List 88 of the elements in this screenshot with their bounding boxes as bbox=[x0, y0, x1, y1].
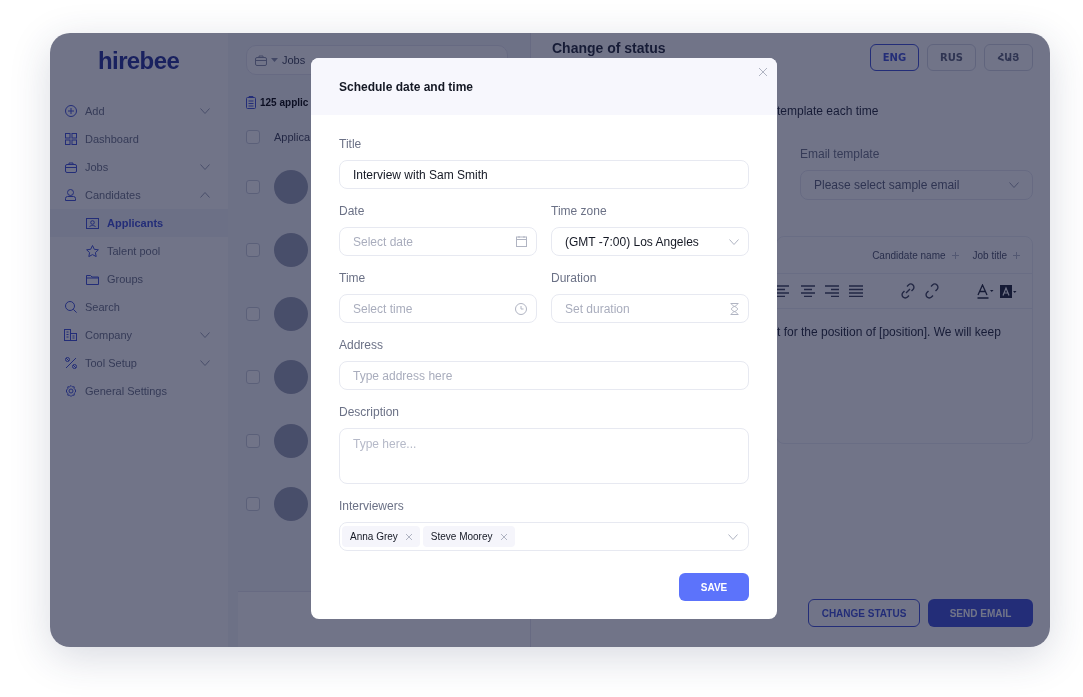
tools-icon bbox=[64, 357, 77, 369]
avatar bbox=[274, 233, 308, 268]
chevron-down-icon bbox=[729, 238, 739, 245]
avatar bbox=[274, 169, 308, 204]
person-icon bbox=[65, 189, 76, 201]
briefcase-icon bbox=[64, 161, 77, 173]
date-field[interactable]: Select date bbox=[339, 227, 537, 256]
hourglass-icon bbox=[730, 302, 739, 315]
duration-field[interactable]: Set duration bbox=[551, 294, 749, 323]
field-label: Time bbox=[339, 270, 367, 286]
variable-tag[interactable]: Job title bbox=[972, 247, 1020, 263]
sidebar-subitem[interactable]: Applicants bbox=[50, 209, 228, 237]
interviewers-select[interactable]: Anna Grey Steve Moorey bbox=[339, 522, 749, 551]
description-field[interactable]: Type here... bbox=[339, 428, 749, 484]
highlight-color-icon[interactable] bbox=[1000, 284, 1017, 298]
interviewer-chip: Steve Moorey bbox=[422, 526, 515, 547]
chevron-down-icon[interactable] bbox=[200, 332, 210, 338]
field-label: Email template bbox=[800, 146, 881, 163]
time-field[interactable]: Select time bbox=[339, 294, 537, 323]
sidebar-item[interactable]: Add bbox=[85, 102, 105, 120]
sidebar-item[interactable]: Search bbox=[85, 298, 120, 316]
plus-icon bbox=[951, 251, 959, 259]
chevron-up-icon[interactable] bbox=[200, 192, 210, 198]
star-icon bbox=[86, 245, 99, 257]
field-label: Description bbox=[339, 404, 401, 420]
avatar bbox=[274, 296, 308, 331]
field-label: Time zone bbox=[551, 203, 608, 219]
sidebar-subitem[interactable]: Talent pool bbox=[50, 237, 228, 265]
time-zone-select[interactable]: (GMT -7:00) Los Angeles bbox=[551, 227, 749, 256]
column-header: Applica bbox=[274, 129, 311, 145]
avatar bbox=[274, 487, 308, 522]
text-field[interactable]: Type address here bbox=[339, 361, 749, 390]
briefcase-icon bbox=[255, 54, 267, 66]
plus-icon bbox=[1013, 251, 1020, 259]
field-label: Duration bbox=[551, 270, 598, 286]
folder-icon bbox=[86, 273, 99, 285]
chevron-down-icon bbox=[1009, 182, 1019, 188]
dashboard-icon bbox=[64, 133, 77, 145]
caret-icon bbox=[271, 58, 278, 62]
remove-icon[interactable] bbox=[500, 533, 507, 540]
unlink-icon[interactable] bbox=[923, 282, 941, 300]
sidebar-item[interactable]: General Settings bbox=[85, 382, 167, 400]
email-template-select[interactable]: Please select sample email bbox=[800, 170, 1033, 200]
change-status-button[interactable]: CHANGE STATUS bbox=[808, 599, 920, 627]
sidebar-item[interactable]: Jobs bbox=[85, 158, 109, 176]
applicant-count: 125 applic bbox=[260, 95, 309, 110]
chevron-down-icon[interactable] bbox=[200, 108, 210, 114]
logo: hirebee bbox=[98, 46, 180, 76]
email-body-text[interactable]: t for the position of [position]. We will keep bbox=[777, 325, 1001, 339]
interviewer-chip: Anna Grey bbox=[342, 526, 420, 547]
save-button[interactable]: SAVE bbox=[679, 573, 749, 601]
sidebar-item[interactable]: Candidates bbox=[85, 186, 141, 204]
field-label: Title bbox=[339, 136, 363, 152]
sidebar-item[interactable]: Tool Setup bbox=[85, 354, 137, 372]
chevron-down-icon[interactable] bbox=[200, 360, 210, 366]
close-icon[interactable] bbox=[759, 68, 767, 76]
dialog-title: Schedule date and time bbox=[339, 78, 474, 96]
search-icon bbox=[64, 301, 77, 313]
field-label: Date bbox=[339, 203, 366, 219]
plus-circle-icon bbox=[64, 105, 77, 117]
text-field[interactable]: Interview with Sam Smith bbox=[339, 160, 749, 189]
building-icon bbox=[64, 329, 77, 341]
sidebar-item[interactable]: Dashboard bbox=[85, 130, 139, 148]
chevron-down-icon bbox=[728, 533, 738, 540]
calendar-icon bbox=[516, 236, 527, 247]
link-icon[interactable] bbox=[899, 282, 917, 300]
send-email-button[interactable]: SEND EMAIL bbox=[928, 599, 1033, 627]
avatar bbox=[274, 360, 308, 395]
sidebar-subitem[interactable]: Groups bbox=[50, 265, 228, 293]
language-tab[interactable]: ENG bbox=[870, 44, 919, 71]
text-color-icon[interactable] bbox=[977, 283, 994, 299]
breadcrumb-link[interactable]: Jobs bbox=[282, 51, 306, 69]
option-text: template each time bbox=[777, 103, 879, 120]
id-card-icon bbox=[86, 217, 99, 229]
settings-icon bbox=[64, 385, 77, 397]
chevron-down-icon[interactable] bbox=[200, 164, 210, 170]
avatar bbox=[274, 423, 308, 458]
language-tab[interactable]: RUS bbox=[927, 44, 976, 71]
clock-icon bbox=[515, 302, 527, 315]
align-toolbar-icon[interactable] bbox=[777, 285, 863, 297]
variable-tag[interactable]: Candidate name bbox=[872, 247, 959, 263]
sidebar-item[interactable]: Company bbox=[85, 326, 133, 344]
remove-icon[interactable] bbox=[405, 533, 412, 540]
field-label: Address bbox=[339, 337, 385, 353]
panel-title: Change of status bbox=[552, 39, 666, 58]
language-tab[interactable]: ՀԱՅ bbox=[984, 44, 1033, 71]
field-label: Interviewers bbox=[339, 498, 405, 514]
clipboard-icon bbox=[246, 95, 256, 109]
